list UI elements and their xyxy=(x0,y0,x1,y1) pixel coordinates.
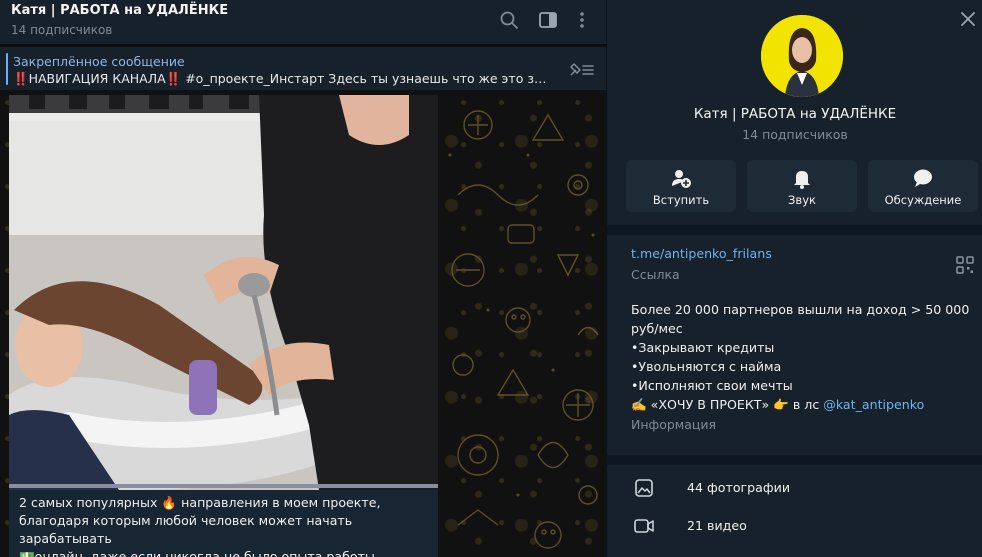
wallpaper-doodles xyxy=(448,110,599,549)
video-icon xyxy=(634,519,654,533)
video-progress-bar[interactable] xyxy=(9,484,438,488)
chat-header: Катя | РАБОТА на УДАЛЁНКЕ 14 подписчиков xyxy=(0,0,606,44)
discussion-button-label: Обсуждение xyxy=(884,193,962,207)
videos-row[interactable]: 21 видео xyxy=(607,507,982,545)
qr-code-icon[interactable] xyxy=(956,256,974,274)
description-line: Более 20 000 партнеров вышли на доход > … xyxy=(631,302,970,317)
video-progress-fill xyxy=(9,484,438,488)
profile-name: Катя | РАБОТА на УДАЛЁНКЕ xyxy=(693,106,897,122)
caption-line: благодаря которым любой человек может на… xyxy=(19,513,353,546)
action-buttons: Вступить Звук Обсуждение xyxy=(607,151,982,225)
search-icon[interactable] xyxy=(499,10,519,30)
sound-button-label: Звук xyxy=(788,193,816,207)
channel-link[interactable]: t.me/antipenko_frilans xyxy=(631,246,772,261)
chat-subscribers-count: 14 подписчиков xyxy=(11,23,113,37)
chat-pane: Катя | РАБОТА на УДАЛЁНКЕ 14 подписчиков… xyxy=(0,0,606,557)
section-divider xyxy=(607,225,982,235)
chat-title[interactable]: Катя | РАБОТА на УДАЛЁНКЕ xyxy=(11,3,228,18)
close-icon[interactable] xyxy=(959,10,977,28)
description-cta: ✍️ «ХОЧУ В ПРОЕКТ» 👉 в лс xyxy=(631,397,824,412)
pinned-message[interactable]: Закреплённое сообщение ‼️НАВИГАЦИЯ КАНАЛ… xyxy=(0,46,606,90)
pin-list-icon[interactable] xyxy=(567,61,597,79)
sidebar-toggle-icon[interactable] xyxy=(538,10,558,30)
description-line: руб/мес xyxy=(631,321,683,336)
photos-row[interactable]: 44 фотографии xyxy=(607,469,982,507)
profile-subscribers: 14 подписчиков xyxy=(742,127,848,142)
description-line: •Закрывают кредиты xyxy=(631,340,775,355)
caption-line: 💵онлайн, даже если никогда не было опыта… xyxy=(19,549,375,557)
pinned-accent-bar xyxy=(6,53,8,85)
more-vertical-icon[interactable] xyxy=(572,10,592,30)
join-button-label: Вступить xyxy=(652,193,710,207)
chat-bubble-icon xyxy=(914,169,932,187)
description-line: •Увольняются с найма xyxy=(631,359,782,374)
photo-icon xyxy=(635,479,653,497)
channel-description: Более 20 000 партнеров вышли на доход > … xyxy=(631,300,971,414)
add-user-icon xyxy=(672,170,691,188)
mention-link[interactable]: @kat_antipenko xyxy=(823,397,924,412)
videos-count: 21 видео xyxy=(687,518,747,533)
discussion-button[interactable]: Обсуждение xyxy=(868,160,978,212)
pinned-text: ‼️НАВИГАЦИЯ КАНАЛА‼️ #о_проекте_Инстарт … xyxy=(13,71,553,86)
video-preview[interactable] xyxy=(9,95,438,490)
sound-button[interactable]: Звук xyxy=(747,160,857,212)
join-button[interactable]: Вступить xyxy=(626,160,736,212)
message-caption: 2 самых популярных 🔥 направления в моем … xyxy=(19,494,434,557)
section-divider xyxy=(607,455,982,465)
bell-icon xyxy=(794,171,810,189)
description-line: •Исполняют свои мечты xyxy=(631,378,793,393)
pinned-title: Закреплённое сообщение xyxy=(13,54,185,69)
photos-count: 44 фотографии xyxy=(687,480,791,495)
channel-info-panel: Катя | РАБОТА на УДАЛЁНКЕ 14 подписчиков… xyxy=(606,0,982,557)
description-label: Информация xyxy=(631,417,717,432)
description-line: ✍️ «ХОЧУ В ПРОЕКТ» 👉 в лс @kat_antipenko xyxy=(631,395,971,414)
caption-line: 2 самых популярных 🔥 направления в моем … xyxy=(19,495,381,510)
message-bubble[interactable]: 2 самых популярных 🔥 направления в моем … xyxy=(9,95,438,557)
channel-link-label: Ссылка xyxy=(631,267,680,282)
avatar[interactable] xyxy=(761,15,843,97)
